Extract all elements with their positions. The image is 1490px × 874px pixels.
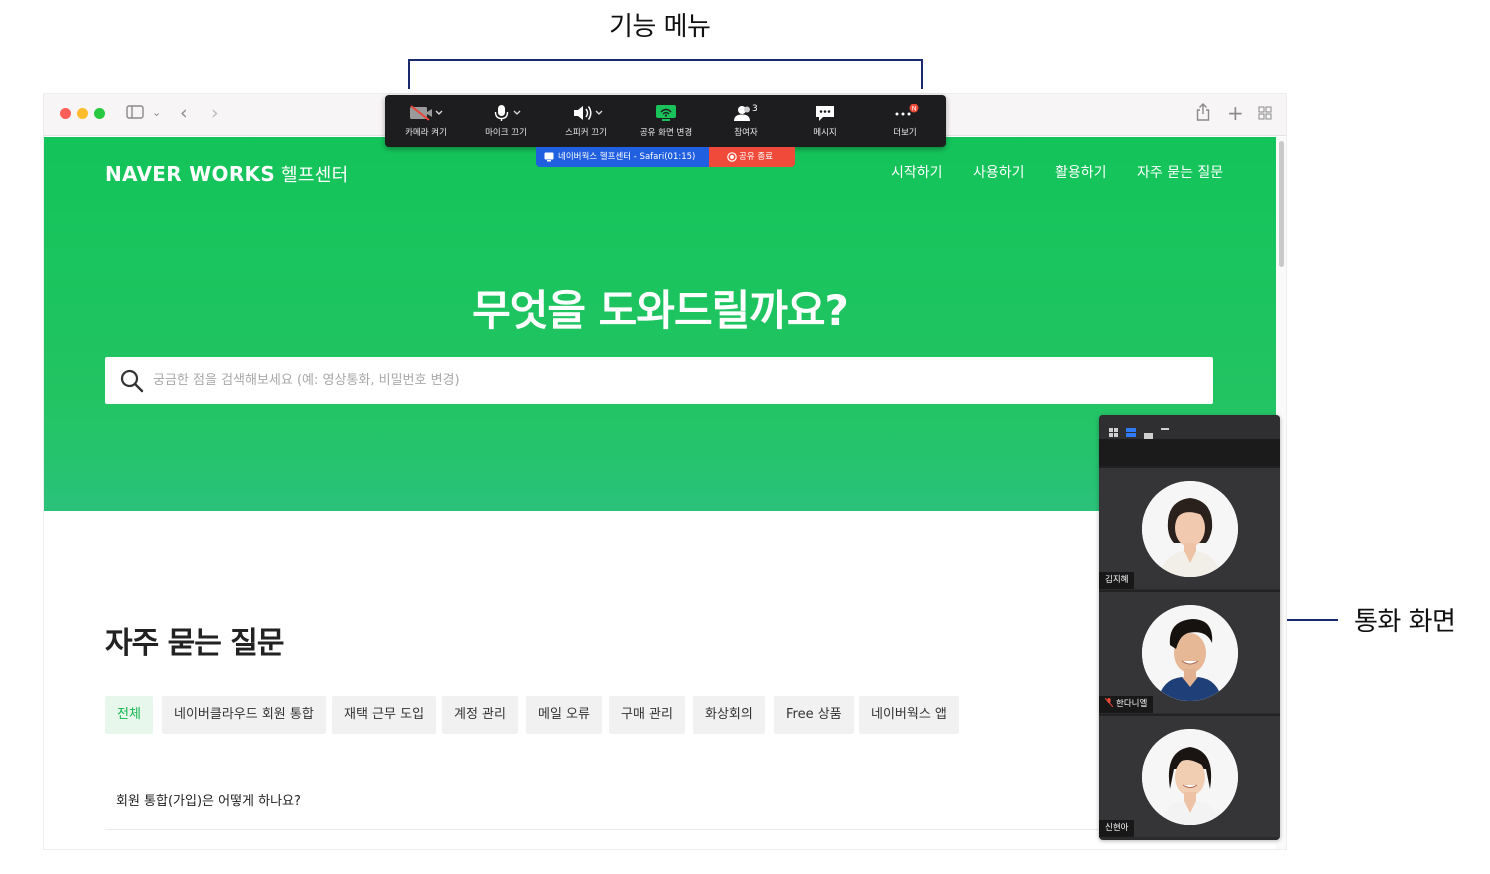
microphone-button-label: 마이크 끄기 <box>485 128 527 138</box>
nav-faq[interactable]: 자주 묻는 질문 <box>1137 162 1223 182</box>
sharing-screen-icon <box>544 152 554 162</box>
speaker-button[interactable]: 스피커 끄기 <box>546 95 626 147</box>
call-toolbar: 카메라 켜기 마이크 끄기 스피커 끄기 공유 화면 변경 3 참여자 메시지 … <box>385 95 946 147</box>
screen-share-status-bar: 네이버웍스 헬프센터 - Safari(01:15) 공유 종료 <box>536 147 795 167</box>
message-icon <box>785 104 865 122</box>
faq-tab-account[interactable]: 계정 관리 <box>442 696 518 734</box>
brand-name: NAVER WORKS <box>105 162 276 186</box>
participants-button-label: 참여자 <box>734 128 758 138</box>
camera-button-label: 카메라 켜기 <box>405 128 447 138</box>
toolbar-annotation-bracket <box>408 59 923 89</box>
stop-share-button[interactable]: 공유 종료 <box>709 147 795 167</box>
forward-arrow-icon[interactable]: › <box>211 102 219 124</box>
faq-tab-purchase[interactable]: 구매 관리 <box>609 696 685 734</box>
participant-name: 김지혜 <box>1099 572 1135 589</box>
faq-tab-video-meeting[interactable]: 화상회의 <box>693 696 765 734</box>
search-input[interactable] <box>153 357 1193 404</box>
call-annotation-label: 통화 화면 <box>1354 607 1456 637</box>
participants-button[interactable]: 3 참여자 <box>706 95 786 147</box>
participant-avatar <box>1142 605 1238 701</box>
call-panel-header <box>1099 415 1280 439</box>
stop-record-icon <box>727 152 737 162</box>
hero-headline: 무엇을 도와드릴까요? <box>472 286 849 335</box>
participant-name-tag: 한다니엘 <box>1099 696 1154 713</box>
search-icon[interactable] <box>119 368 145 394</box>
more-button[interactable]: N 더보기 <box>865 95 945 147</box>
sidebar-toggle-icon[interactable] <box>126 105 144 123</box>
change-share-button-label: 공유 화면 변경 <box>639 128 693 138</box>
participant-name: 신현아 <box>1099 820 1135 837</box>
participant-tile[interactable]: 김지혜 <box>1099 466 1280 589</box>
message-button-label: 메시지 <box>813 128 837 138</box>
nav-start[interactable]: 시작하기 <box>891 162 943 182</box>
participant-tile[interactable]: 한다니엘 <box>1099 590 1280 713</box>
nav-utilize[interactable]: 활용하기 <box>1055 162 1107 182</box>
sharing-indicator[interactable]: 네이버웍스 헬프센터 - Safari(01:15) <box>536 147 709 167</box>
hero-section: NAVER WORKS 헬프센터 시작하기 사용하기 활용하기 자주 묻는 질문 … <box>44 137 1276 511</box>
scrollbar-thumb[interactable] <box>1279 141 1284 267</box>
minimize-panel-icon[interactable] <box>1161 428 1169 430</box>
participant-avatar <box>1142 729 1238 825</box>
new-tab-icon[interactable]: + <box>1227 101 1244 125</box>
faq-tab-all[interactable]: 전체 <box>105 696 153 734</box>
faq-tab-member-integration[interactable]: 네이버클라우드 회원 통합 <box>162 696 326 734</box>
faq-divider <box>105 829 1145 830</box>
back-arrow-icon[interactable]: ‹ <box>180 102 188 124</box>
svg-text:3: 3 <box>752 104 758 114</box>
faq-tab-mail-error[interactable]: 메일 오류 <box>526 696 602 734</box>
sharing-text: 네이버웍스 헬프센터 - Safari(01:15) <box>558 152 696 162</box>
minimize-window-button[interactable] <box>77 108 88 119</box>
participant-avatar <box>1142 481 1238 577</box>
more-button-label: 더보기 <box>893 128 917 138</box>
message-button[interactable]: 메시지 <box>785 95 865 147</box>
participants-icon: 3 <box>706 104 786 122</box>
toolbar-annotation-label: 기능 메뉴 <box>609 12 711 42</box>
faq-tab-free-product[interactable]: Free 상품 <box>774 696 854 734</box>
speaker-button-label: 스피커 끄기 <box>565 128 607 138</box>
participant-tile[interactable]: 신현아 <box>1099 714 1280 837</box>
close-window-button[interactable] <box>60 108 71 119</box>
search-box <box>105 357 1213 404</box>
faq-question[interactable]: 회원 통합(가입)은 어떻게 하나요? <box>116 790 301 809</box>
call-panel: 김지혜 한다니엘 신현아 <box>1099 415 1280 840</box>
share-icon[interactable] <box>1196 103 1210 125</box>
stop-share-label: 공유 종료 <box>739 152 773 162</box>
call-panel-strip <box>1099 439 1280 467</box>
chevron-down-icon[interactable]: ⌄ <box>152 106 161 119</box>
faq-tab-remote-work[interactable]: 재택 근무 도입 <box>332 696 437 734</box>
svg-text:N: N <box>912 105 917 113</box>
change-share-button[interactable]: 공유 화면 변경 <box>626 95 706 147</box>
faq-tab-app[interactable]: 네이버웍스 앱 <box>859 696 959 734</box>
muted-mic-icon <box>1104 697 1114 708</box>
camera-off-icon <box>386 104 466 122</box>
nav-use[interactable]: 사용하기 <box>973 162 1025 182</box>
speaker-icon <box>546 104 626 122</box>
faq-title: 자주 묻는 질문 <box>105 626 284 661</box>
camera-button[interactable]: 카메라 켜기 <box>386 95 466 147</box>
screen-share-icon <box>626 104 706 122</box>
more-icon: N <box>865 103 945 122</box>
microphone-icon <box>466 104 546 122</box>
tab-overview-icon[interactable] <box>1258 106 1272 124</box>
brand-sub: 헬프센터 <box>281 165 349 186</box>
participant-name: 한다니엘 <box>1116 699 1148 709</box>
maximize-window-button[interactable] <box>94 108 105 119</box>
brand-logo[interactable]: NAVER WORKS 헬프센터 <box>105 161 348 187</box>
microphone-button[interactable]: 마이크 끄기 <box>466 95 546 147</box>
